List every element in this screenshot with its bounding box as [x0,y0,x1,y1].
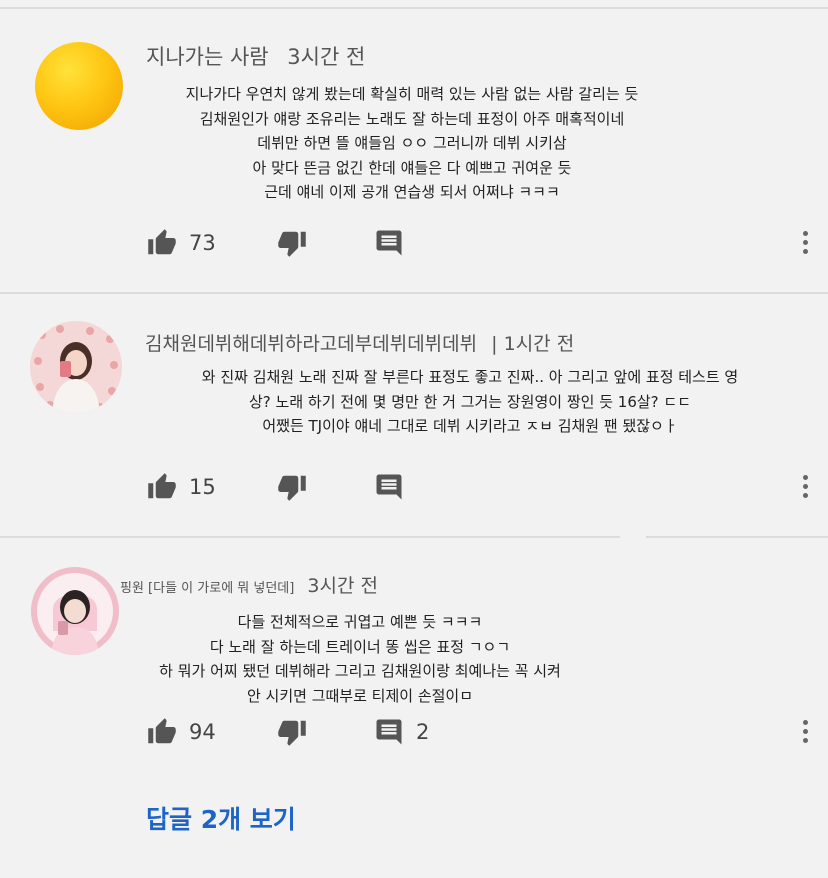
reply-button[interactable] [374,470,404,504]
more-vert-icon [800,475,810,498]
comment-actions: 73 [146,226,786,260]
comment-author[interactable]: 핑원 [다들 이 가로에 뭐 넣던데] [120,581,294,596]
comment-line: 상? 노래 하기 전에 몇 명만 한 거 그거는 장원영이 짱인 듯 16살? … [249,392,691,411]
comment-time: 3시간 전 [307,575,378,597]
thumbs-down-icon [278,475,306,501]
like-button[interactable]: 73 [146,226,216,260]
comment-1: 지나가는 사람 3시간 전 지나가다 우연치 않게 봤는데 확실히 매력 있는 … [0,0,828,292]
more-vert-icon [800,720,810,743]
avatar[interactable] [31,567,119,655]
more-vert-icon [800,231,810,254]
like-count: 15 [189,475,216,499]
comment-body: 와 진짜 김채원 노래 진짜 잘 부른다 표정도 좋고 진짜.. 아 그리고 앞… [140,365,800,439]
view-replies-link[interactable]: 답글 2개 보기 [146,800,296,836]
comment-line: 어쨌든 TJ이야 얘네 그대로 데뷔 시키라고 ㅈㅂ 김채원 팬 됐잖ㅇㅏ [262,417,678,435]
comment-line: 다들 전체적으로 귀엽고 예쁜 듯 ㅋㅋㅋ [237,613,483,631]
comment-line: 김채원인가 얘랑 조유리는 노래도 잘 하는데 표정이 아주 매혹적이네 [199,109,625,128]
like-count: 94 [189,720,216,744]
comment-2: 김채원데뷔해데뷔하라고데부데뷔데뷔데뷔 | 1시간 전 와 진짜 김채원 노래 … [0,294,828,536]
comment-line: 데뷔만 하면 뜰 얘들임 ㅇㅇ 그러니까 데뷔 시키삼 [257,134,567,152]
reply-icon [376,230,402,256]
like-count: 73 [189,231,216,255]
comment-actions: 15 [146,470,786,504]
like-button[interactable]: 15 [146,470,216,504]
comment-3: 핑원 [다들 이 가로에 뭐 넣던데] 3시간 전 다들 전체적으로 귀엽고 예… [0,538,828,878]
reply-button[interactable] [374,226,404,260]
dislike-button[interactable] [276,715,308,749]
dislike-button[interactable] [276,470,308,504]
dislike-button[interactable] [276,226,308,260]
comment-time: 3시간 전 [287,45,366,69]
comment-line: 근데 얘네 이제 공개 연습생 되서 어쩌냐 ㅋㅋㅋ [264,183,560,201]
comment-body: 지나가다 우연치 않게 봤는데 확실히 매력 있는 사람 없는 사람 갈리는 듯… [146,82,678,205]
reply-icon [376,474,402,500]
more-options-button[interactable] [800,231,810,259]
comment-line: 하 뭐가 어찌 됐던 데뷔해라 그리고 김채원이랑 최예나는 꼭 시켜 [159,662,561,680]
comment-line: 아 맞다 뜬금 없긴 한데 얘들은 다 예쁘고 귀여운 듯 [252,158,572,177]
comment-line: 다 노래 잘 하는데 트레이너 똥 씹은 표정 ㄱㅇㄱ [209,637,511,656]
more-options-button[interactable] [800,720,810,748]
thumbs-up-icon [148,473,176,499]
comment-line: 지나가다 우연치 않게 봤는데 확실히 매력 있는 사람 없는 사람 갈리는 듯 [185,85,639,103]
more-options-button[interactable] [800,475,810,503]
thumbs-down-icon [278,720,306,746]
reply-button[interactable]: 2 [374,715,429,749]
comment-time: | 1시간 전 [491,333,575,355]
like-button[interactable]: 94 [146,715,216,749]
avatar[interactable] [30,321,122,413]
thumbs-up-icon [148,718,176,744]
comment-body: 다들 전체적으로 귀엽고 예쁜 듯 ㅋㅋㅋ 다 노래 잘 하는데 트레이너 똥 … [120,610,600,708]
comment-line: 와 진짜 김채원 노래 진짜 잘 부른다 표정도 좋고 진짜.. 아 그리고 앞… [201,368,739,386]
comment-author[interactable]: 지나가는 사람 [146,45,269,69]
thumbs-up-icon [148,229,176,255]
reply-icon [376,719,402,745]
comment-author[interactable]: 김채원데뷔해데뷔하라고데부데뷔데뷔데뷔 [145,333,477,355]
comment-actions: 94 2 [146,715,786,749]
thumbs-down-icon [278,231,306,257]
avatar[interactable] [35,42,123,130]
comment-line: 안 시키면 그때부로 티제이 손절이ㅁ [246,686,474,705]
reply-count: 2 [416,720,430,744]
